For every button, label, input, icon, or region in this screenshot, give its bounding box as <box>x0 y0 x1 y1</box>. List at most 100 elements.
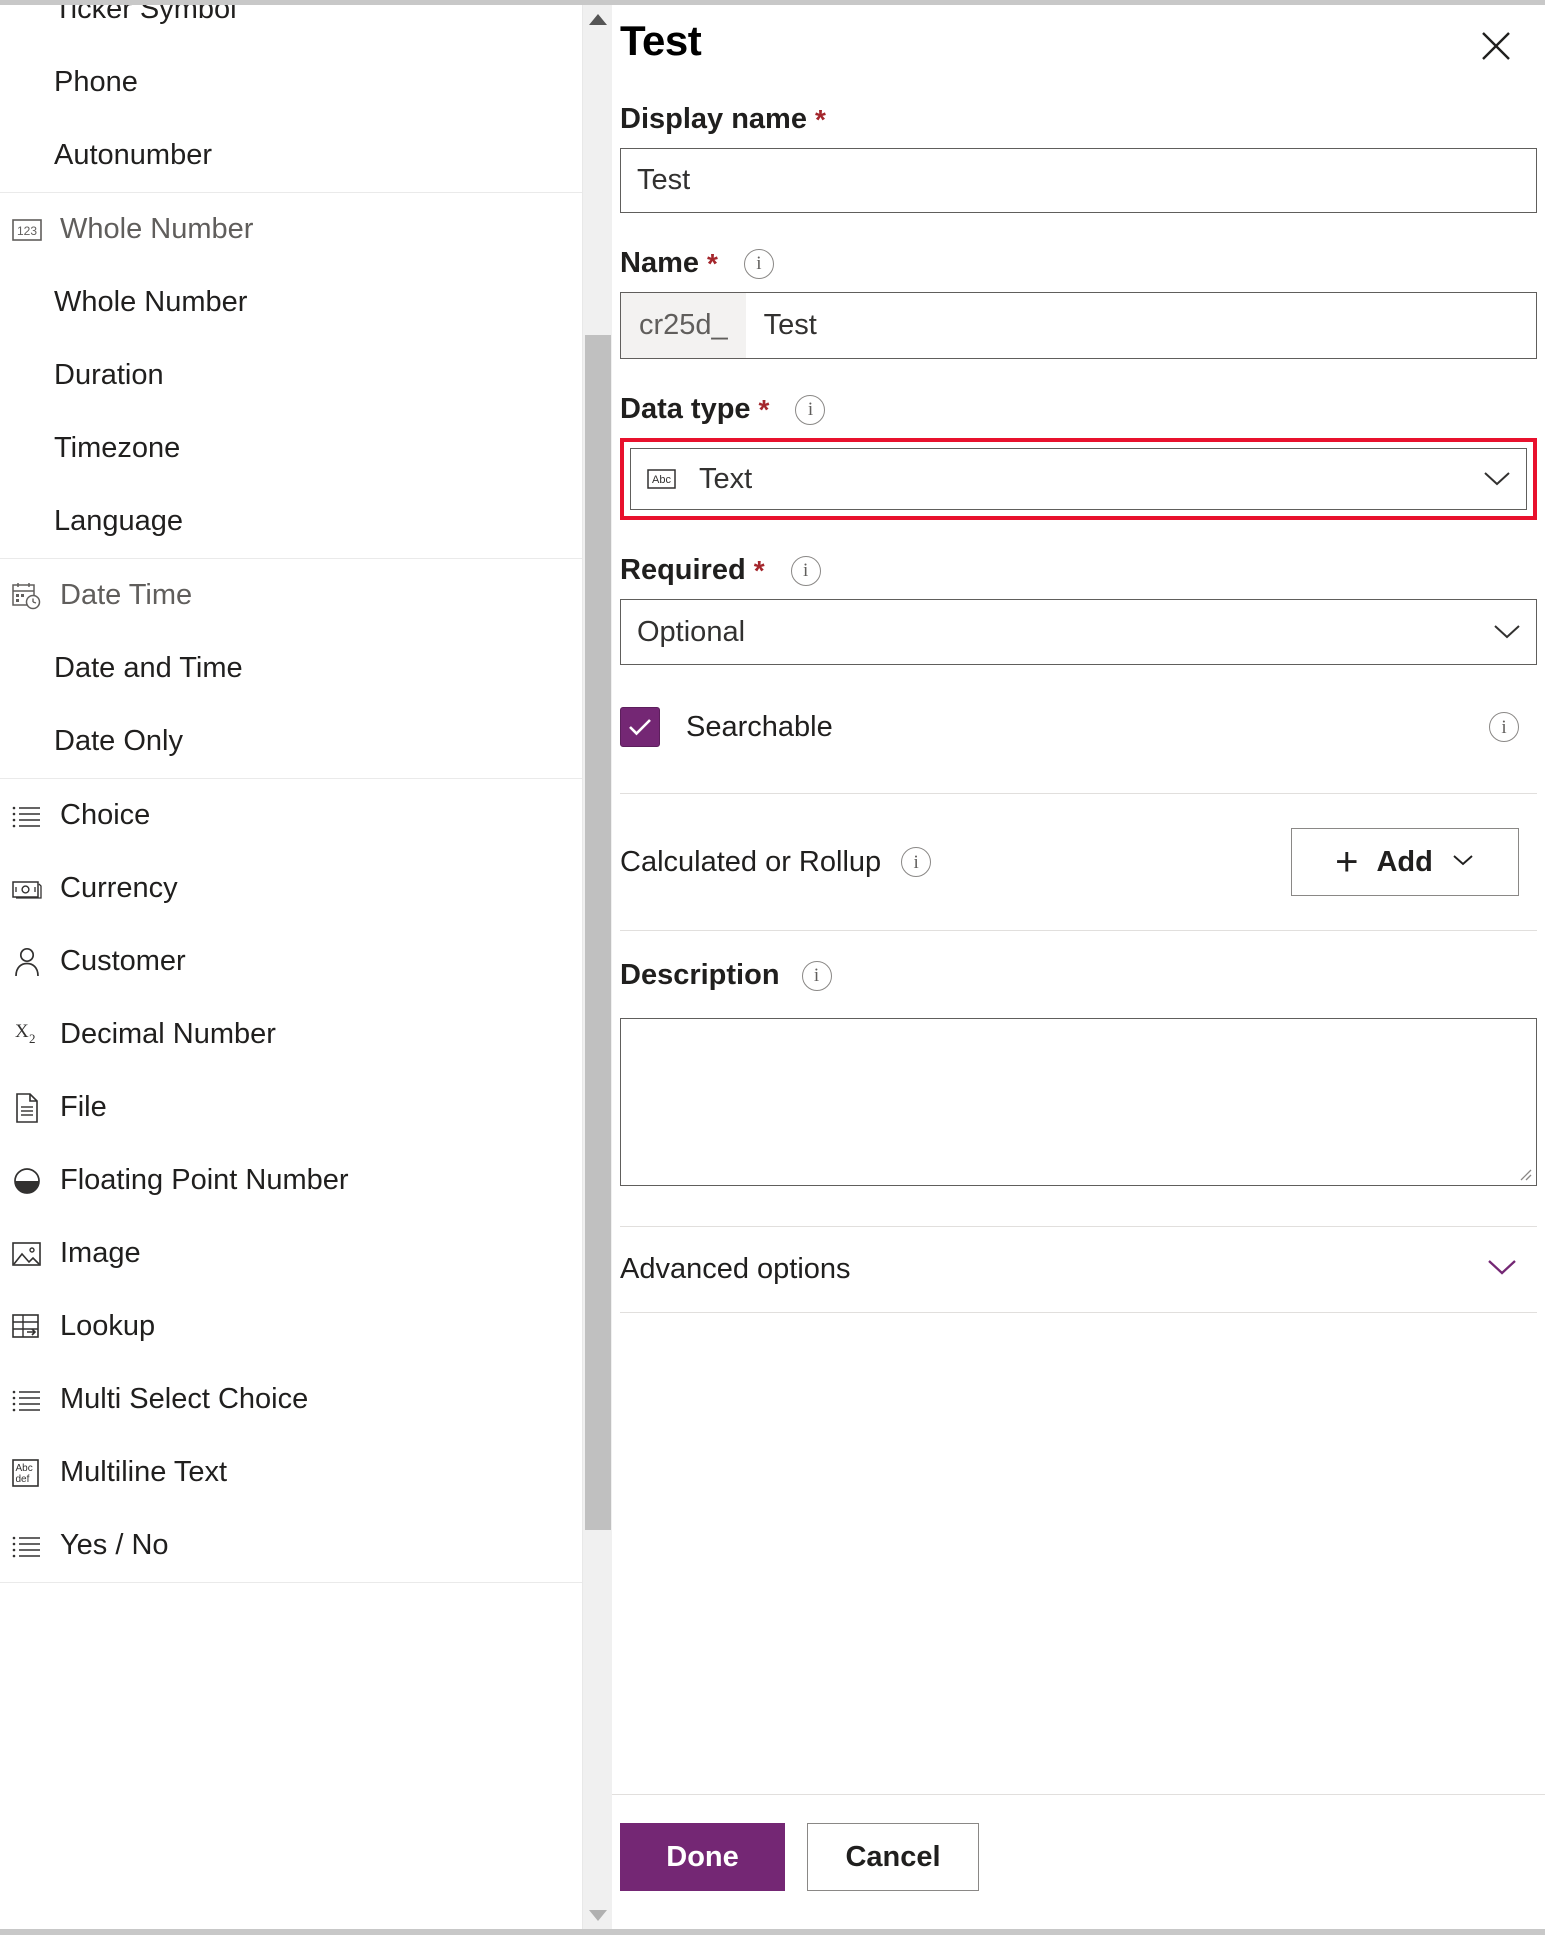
info-icon[interactable]: i <box>801 960 832 991</box>
data-type-item-label: Ticker Symbol <box>54 5 237 25</box>
page-title: Test <box>620 17 702 64</box>
required-asterisk: * <box>707 247 718 279</box>
data-type-group-date-time: Date Time Date and Time Date Only <box>0 559 582 779</box>
data-type-item-language[interactable]: Language <box>0 485 582 558</box>
data-type-group: Ticker Symbol Phone Autonumber <box>0 5 582 193</box>
data-type-group-whole-number: 123 Whole Number Whole Number Duration T… <box>0 193 582 559</box>
svg-text:Abc: Abc <box>652 474 671 486</box>
data-type-item-multi-select-choice[interactable]: Multi Select Choice <box>0 1363 582 1436</box>
data-type-item-floating-point-number[interactable]: Floating Point Number <box>0 1144 582 1217</box>
svg-text:Abc: Abc <box>16 1463 33 1474</box>
svg-text:123: 123 <box>17 224 37 238</box>
column-properties-panel: Test Display name * Test Name * i cr25d_… <box>612 5 1545 1929</box>
abc-def-multiline-icon: Abc def <box>10 1456 44 1490</box>
data-type-group-header-whole-number[interactable]: 123 Whole Number <box>0 193 582 266</box>
data-type-group-standalone: Choice Currency Customer X 2 Decimal Num… <box>0 779 582 1583</box>
required-dropdown[interactable]: Optional <box>620 599 1537 665</box>
whole-number-123-icon: 123 <box>10 213 44 247</box>
data-type-item-label: Choice <box>60 799 151 831</box>
data-type-label: Data type * i <box>620 393 1537 426</box>
data-type-item-date-only[interactable]: Date Only <box>0 705 582 778</box>
description-field: Description i <box>620 959 1537 1186</box>
data-type-item-label: Date and Time <box>54 652 243 684</box>
panel-scrollbar[interactable] <box>582 5 612 1929</box>
data-type-item-label: Currency <box>60 872 178 904</box>
svg-text:X: X <box>15 1021 29 1042</box>
name-label-text: Name <box>620 247 699 279</box>
data-type-list-panel[interactable]: Ticker Symbol Phone Autonumber 123 Whole… <box>0 5 582 1929</box>
data-type-item-timezone[interactable]: Timezone <box>0 412 582 485</box>
chevron-down-icon <box>1451 853 1475 872</box>
data-type-item-multiline-text[interactable]: Abc def Multiline Text <box>0 1436 582 1509</box>
data-type-item-duration[interactable]: Duration <box>0 339 582 412</box>
required-asterisk: * <box>814 103 826 135</box>
cancel-button[interactable]: Cancel <box>807 1823 979 1891</box>
data-type-item-label: Date Only <box>54 725 183 757</box>
choice-list-icon <box>10 799 44 833</box>
advanced-options-label: Advanced options <box>620 1253 851 1285</box>
data-type-item-phone[interactable]: Phone <box>0 46 582 119</box>
info-icon[interactable]: i <box>901 847 932 877</box>
image-picture-icon <box>10 1237 44 1271</box>
info-icon[interactable]: i <box>1489 712 1519 742</box>
data-type-item-label: File <box>60 1091 107 1123</box>
data-type-label-text: Data type <box>620 393 751 425</box>
data-type-item-lookup[interactable]: Lookup <box>0 1290 582 1363</box>
scroll-thumb[interactable] <box>585 335 611 1530</box>
display-name-value: Test <box>637 164 691 196</box>
data-type-item-currency[interactable]: Currency <box>0 852 582 925</box>
data-type-item-label: Decimal Number <box>60 1018 276 1050</box>
plus-icon: + <box>1335 840 1359 884</box>
data-type-item-label: Language <box>54 505 184 537</box>
data-type-item-autonumber[interactable]: Autonumber <box>0 119 582 192</box>
searchable-label: Searchable <box>686 710 833 743</box>
name-input-group[interactable]: cr25d_ Test <box>620 292 1537 359</box>
calculated-or-rollup-label: Calculated or Rollup <box>620 845 882 878</box>
data-type-group-header-date-time[interactable]: Date Time <box>0 559 582 632</box>
description-label-text: Description <box>620 959 780 991</box>
resize-grip-icon[interactable] <box>1517 1166 1533 1182</box>
data-type-item-image[interactable]: Image <box>0 1217 582 1290</box>
info-icon[interactable]: i <box>790 555 821 586</box>
data-type-item-label: Yes / No <box>60 1529 169 1561</box>
done-button[interactable]: Done <box>620 1823 785 1891</box>
data-type-item-customer[interactable]: Customer <box>0 925 582 998</box>
svg-text:def: def <box>16 1474 30 1485</box>
description-textarea[interactable] <box>620 1018 1537 1186</box>
data-type-field: Data type * i Abc Text <box>620 393 1537 520</box>
name-input[interactable]: Test <box>746 293 1536 358</box>
required-selected-value: Optional <box>637 615 746 648</box>
data-type-item-whole-number[interactable]: Whole Number <box>0 266 582 339</box>
add-button-label: Add <box>1376 845 1433 878</box>
advanced-options-toggle[interactable]: Advanced options <box>620 1227 1537 1312</box>
scroll-down-arrow[interactable] <box>583 1901 613 1929</box>
display-name-field: Display name * Test <box>620 103 1537 213</box>
data-type-item-file[interactable]: File <box>0 1071 582 1144</box>
choice-list-icon <box>10 1529 44 1563</box>
required-asterisk: * <box>758 393 770 425</box>
data-type-item-ticker-symbol[interactable]: Ticker Symbol <box>0 5 582 46</box>
display-name-input[interactable]: Test <box>620 148 1537 213</box>
add-calculated-rollup-button[interactable]: + Add <box>1291 828 1519 896</box>
info-icon[interactable]: i <box>795 394 826 425</box>
chevron-down-icon <box>1492 623 1522 641</box>
data-type-item-date-and-time[interactable]: Date and Time <box>0 632 582 705</box>
data-type-item-label: Timezone <box>54 432 181 464</box>
data-type-selected-value: Text <box>699 462 753 495</box>
data-type-dropdown[interactable]: Abc Text <box>630 448 1527 510</box>
scroll-up-arrow[interactable] <box>583 5 613 33</box>
checkmark-icon <box>629 719 651 736</box>
searchable-checkbox[interactable] <box>620 707 660 747</box>
data-type-item-label: Multi Select Choice <box>60 1383 309 1415</box>
data-type-item-yes-no[interactable]: Yes / No <box>0 1509 582 1582</box>
app-root: Ticker Symbol Phone Autonumber 123 Whole… <box>0 0 1545 1935</box>
data-type-item-choice[interactable]: Choice <box>0 779 582 852</box>
choice-list-icon <box>10 1383 44 1417</box>
required-asterisk: * <box>753 554 765 586</box>
data-type-item-decimal-number[interactable]: X 2 Decimal Number <box>0 998 582 1071</box>
data-type-group-label: Date Time <box>60 579 193 611</box>
info-icon[interactable]: i <box>743 248 774 279</box>
close-icon[interactable] <box>1473 23 1519 69</box>
description-label: Description i <box>620 959 1537 992</box>
person-icon <box>10 945 44 979</box>
